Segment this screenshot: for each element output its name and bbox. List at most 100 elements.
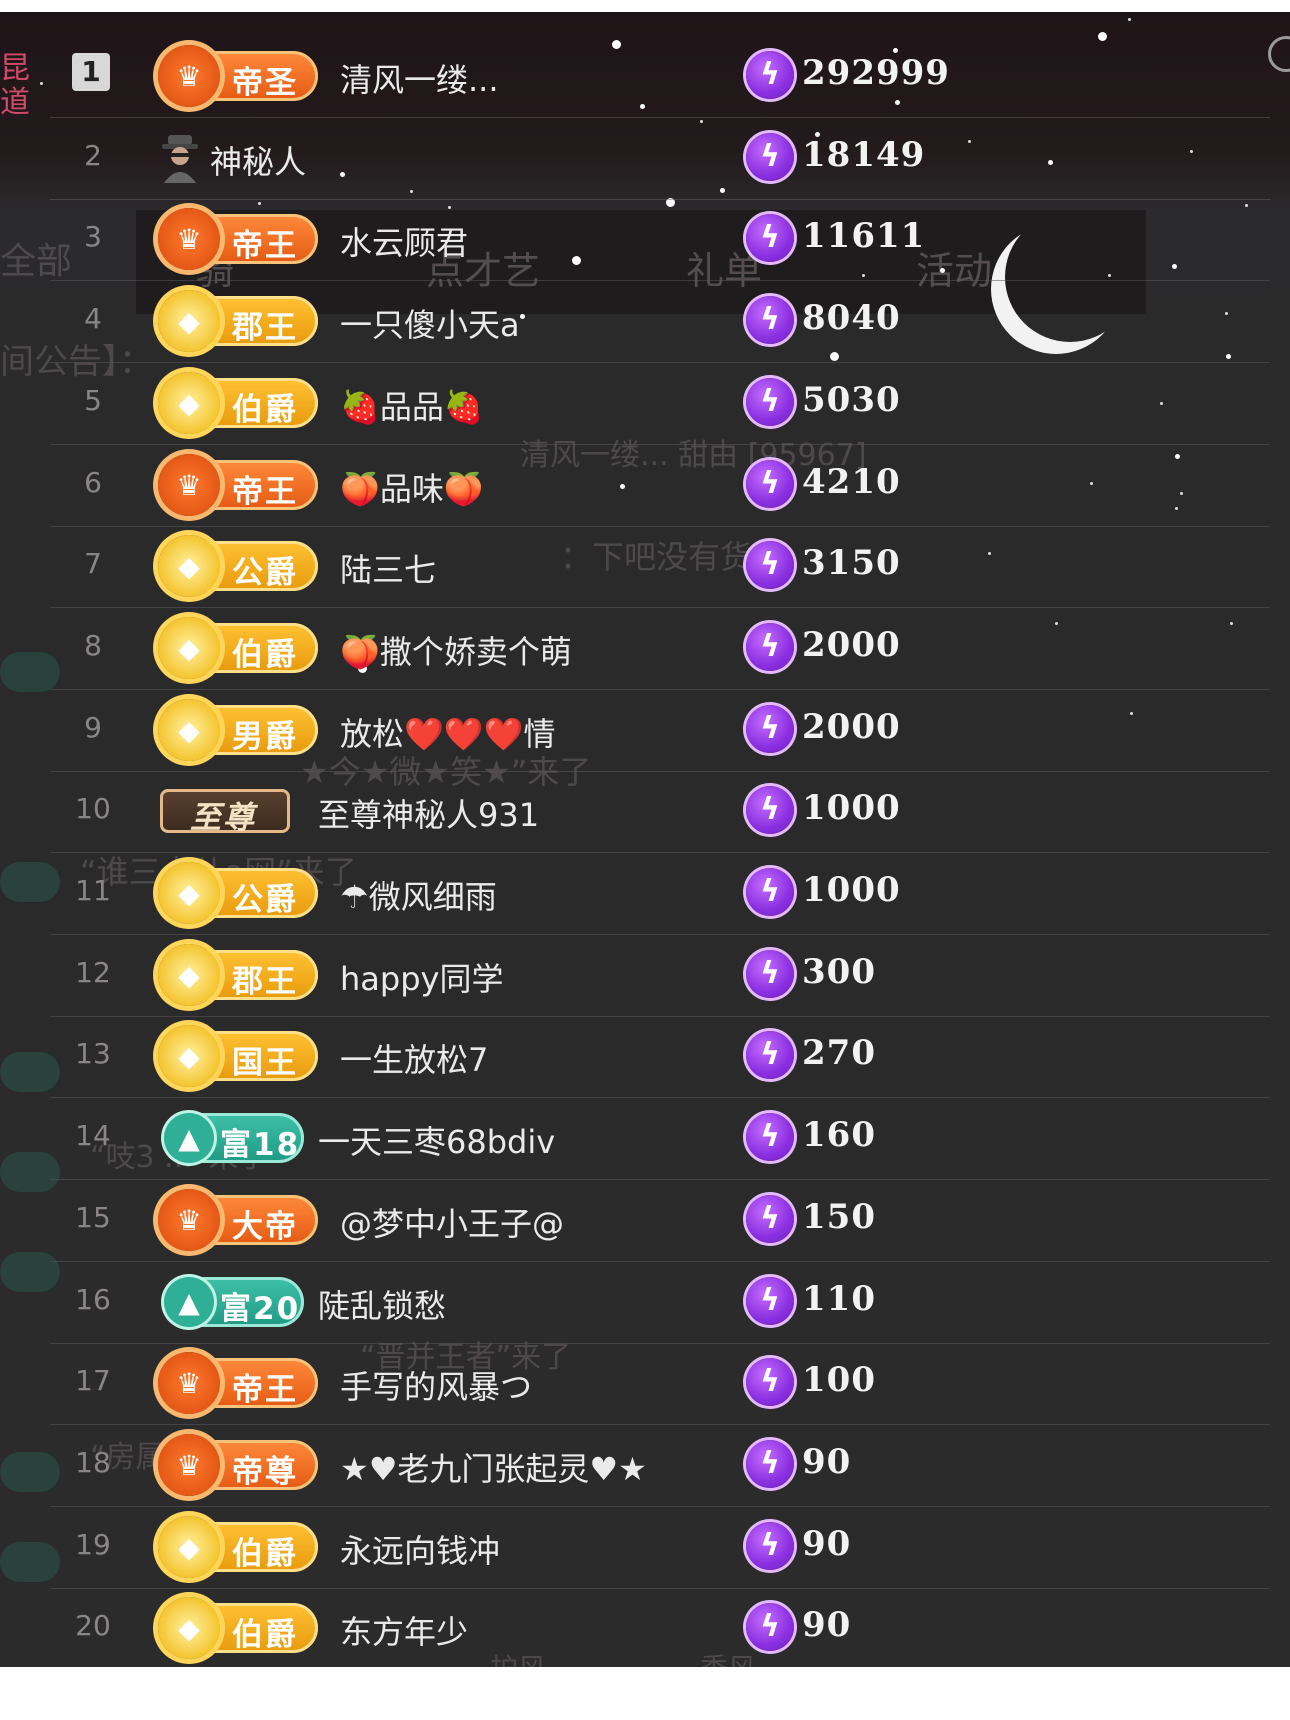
contribution-value: 8040 <box>802 298 901 338</box>
user-name[interactable]: 手写的风暴つ <box>340 1362 532 1408</box>
left-edge-char: 道 <box>0 85 30 120</box>
leaderboard-row[interactable]: 20 ◆ 伯爵 东方年少 ϟ 90 <box>50 1587 1270 1667</box>
contribution-value: 1000 <box>802 788 901 828</box>
user-name[interactable]: 清风一缕... <box>340 55 499 101</box>
lightning-coin-icon: ϟ <box>746 1195 794 1243</box>
user-name[interactable]: 至尊神秘人931 <box>318 790 539 836</box>
rank-number: 6 <box>84 466 102 499</box>
leaderboard-row[interactable]: 2 神秘人 ϟ 18149 <box>50 117 1270 200</box>
badge-emblem-icon: ♛ <box>158 454 220 516</box>
leaderboard-row[interactable]: 5 ◆ 伯爵 🍓品品🍓 ϟ 5030 <box>50 362 1270 445</box>
leaderboard-panel: 骑 点才艺 礼单 活动 全部 间公告】： 清风一缕... 甜由 [95967] … <box>0 12 1290 1667</box>
badge-emblem-icon: ◆ <box>158 290 220 352</box>
leaderboard-row[interactable]: 4 ◆ 郡王 一只傻小天a ϟ 8040 <box>50 280 1270 363</box>
user-name[interactable]: happy同学 <box>340 954 503 1000</box>
rank-number: 2 <box>84 139 102 172</box>
leaderboard-row[interactable]: 7 ◆ 公爵 陆三七 ϟ 3150 <box>50 525 1270 608</box>
badge-emblem-icon: ◆ <box>158 1597 220 1659</box>
leaderboard-row[interactable]: 13 ◆ 国王 一生放松7 ϟ 270 <box>50 1015 1270 1098</box>
rank-badge: ◆ 伯爵 <box>158 617 318 679</box>
rank-number: 15 <box>75 1201 111 1234</box>
rank-badge: ♛ 帝尊 <box>158 1434 318 1496</box>
user-name[interactable]: 一生放松7 <box>340 1035 488 1081</box>
badge-label: 帝尊 <box>232 1454 298 1490</box>
leaderboard-row[interactable]: 9 ◆ 男爵 放松❤️❤️❤️情 ϟ 2000 <box>50 689 1270 772</box>
rank-number: 5 <box>84 384 102 417</box>
lightning-coin-icon: ϟ <box>746 623 794 671</box>
user-name[interactable]: @梦中小王子@ <box>340 1199 564 1245</box>
contribution-value: 3150 <box>802 543 901 583</box>
rank-badge: ◆ 伯爵 <box>158 1597 318 1659</box>
rank-number: 12 <box>75 956 111 989</box>
user-name[interactable]: 一天三枣68bdiv <box>318 1117 555 1163</box>
leaderboard-row[interactable]: 12 ◆ 郡王 happy同学 ϟ 300 <box>50 934 1270 1017</box>
contribution-value: 18149 <box>802 135 926 175</box>
leaderboard-row[interactable]: 8 ◆ 伯爵 🍑撒个娇卖个萌 ϟ 2000 <box>50 607 1270 690</box>
badge-emblem-icon: ♛ <box>158 1352 220 1414</box>
leaderboard-row[interactable]: 18 ♛ 帝尊 ★♥老九门张起灵♥★ ϟ 90 <box>50 1424 1270 1507</box>
lightning-coin-icon: ϟ <box>746 1277 794 1325</box>
contribution-value: 90 <box>802 1605 852 1645</box>
contribution-value: 90 <box>802 1524 852 1564</box>
leaderboard-row[interactable]: 17 ♛ 帝王 手写的风暴つ ϟ 100 <box>50 1342 1270 1425</box>
user-name[interactable]: ★♥老九门张起灵♥★ <box>340 1444 647 1490</box>
leaderboard-row[interactable]: 6 ♛ 帝王 🍑品味🍑 ϟ 4210 <box>50 444 1270 527</box>
user-name[interactable]: 神秘人 <box>210 137 306 183</box>
rank-badge: ◆ 郡王 <box>158 290 318 352</box>
lightning-coin-icon: ϟ <box>746 296 794 344</box>
badge-label: 帝王 <box>232 1372 298 1408</box>
lightning-coin-icon: ϟ <box>746 1522 794 1570</box>
rank-badge: ◆ 公爵 <box>158 862 318 924</box>
leaderboard-row[interactable]: 15 ♛ 大帝 @梦中小王子@ ϟ 150 <box>50 1179 1270 1262</box>
lightning-coin-icon: ϟ <box>746 1358 794 1406</box>
badge-label: 帝王 <box>232 228 298 264</box>
user-name[interactable]: 一只傻小天a <box>340 300 520 346</box>
badge-emblem-icon: ♛ <box>158 1189 220 1251</box>
user-name[interactable]: 放松❤️❤️❤️情 <box>340 709 556 755</box>
lightning-coin-icon: ϟ <box>746 378 794 426</box>
rank-number: 18 <box>75 1446 111 1479</box>
rank-badge: ◆ 郡王 <box>158 944 318 1006</box>
user-name[interactable]: ☂微风细雨 <box>340 872 497 918</box>
leaderboard-row[interactable]: 3 ♛ 帝王 水云顾君 ϟ 11611 <box>50 198 1270 281</box>
rank-badge: ♛ 帝王 <box>158 1352 318 1414</box>
badge-label: 公爵 <box>232 555 298 591</box>
contribution-value: 150 <box>802 1197 876 1237</box>
user-name[interactable]: 🍓品品🍓 <box>340 382 484 428</box>
leaderboard-row[interactable]: 1 ♛ 帝圣 清风一缕... ϟ 292999 <box>50 35 1270 118</box>
rank-number: 9 <box>84 711 102 744</box>
lightning-coin-icon: ϟ <box>746 1031 794 1079</box>
leaderboard-row[interactable]: 14 ▲ 富18 一天三枣68bdiv ϟ 160 <box>50 1097 1270 1180</box>
user-name[interactable]: 水云顾君 <box>340 218 468 264</box>
rank-number: 20 <box>75 1609 111 1642</box>
rank-badge: ♛ 帝王 <box>158 454 318 516</box>
user-name[interactable]: 永远向钱冲 <box>340 1526 500 1572</box>
contribution-value: 2000 <box>802 625 901 665</box>
badge-label: 富18 <box>220 1127 301 1163</box>
badge-label: 富20 <box>220 1291 301 1327</box>
rank-badge: ♛ 帝圣 <box>158 45 318 107</box>
user-name[interactable]: 陆三七 <box>340 545 436 591</box>
leaderboard-row[interactable]: 10 至尊 至尊神秘人931 ϟ 1000 <box>50 770 1270 853</box>
badge-emblem-icon: ▲ <box>164 1113 214 1163</box>
badge-emblem-icon: ◆ <box>158 699 220 761</box>
user-name[interactable]: 🍑撒个娇卖个萌 <box>340 627 572 673</box>
lightning-coin-icon: ϟ <box>746 460 794 508</box>
badge-emblem-icon: ◆ <box>158 535 220 597</box>
leaderboard-row[interactable]: 11 ◆ 公爵 ☂微风细雨 ϟ 1000 <box>50 852 1270 935</box>
rank-badge: ◆ 男爵 <box>158 699 318 761</box>
contribution-value: 292999 <box>802 53 950 93</box>
badge-emblem-icon: ♛ <box>158 45 220 107</box>
lightning-coin-icon: ϟ <box>746 1440 794 1488</box>
rank-badge: ◆ 伯爵 <box>158 372 318 434</box>
rank-badge: ◆ 伯爵 <box>158 1516 318 1578</box>
user-name[interactable]: 陡乱锁愁 <box>318 1281 446 1327</box>
badge-label: 国王 <box>232 1045 298 1081</box>
leaderboard-row[interactable]: 16 ▲ 富20 陡乱锁愁 ϟ 110 <box>50 1261 1270 1344</box>
badge-label: 男爵 <box>232 719 298 755</box>
user-name[interactable]: 🍑品味🍑 <box>340 464 484 510</box>
badge-emblem-icon: ♛ <box>158 1434 220 1496</box>
leaderboard-row[interactable]: 19 ◆ 伯爵 永远向钱冲 ϟ 90 <box>50 1506 1270 1589</box>
user-name[interactable]: 东方年少 <box>340 1607 468 1653</box>
lightning-coin-icon: ϟ <box>746 214 794 262</box>
